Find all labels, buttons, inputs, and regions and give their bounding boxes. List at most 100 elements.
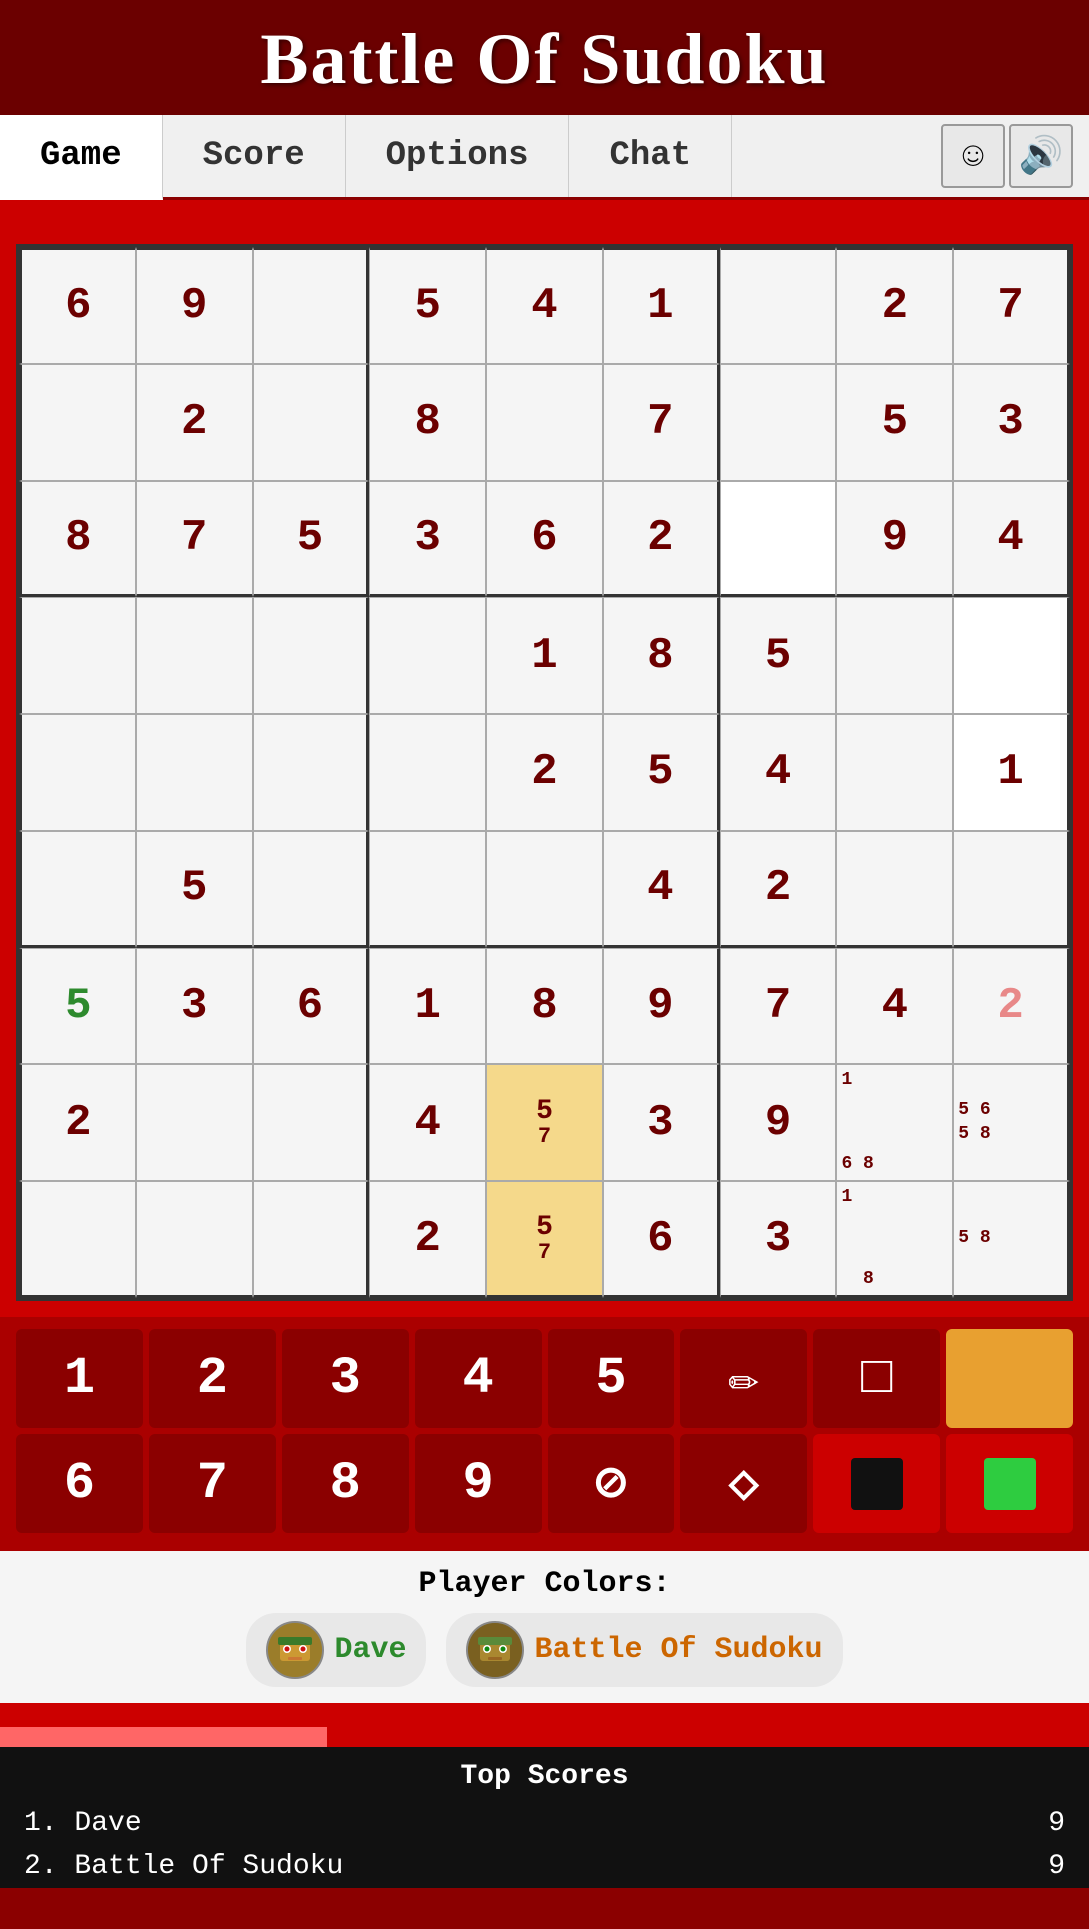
emoji-button[interactable]: ☺ [941, 124, 1005, 188]
cell-7-1[interactable] [136, 1064, 253, 1181]
cell-8-5[interactable]: 6 [603, 1181, 720, 1298]
cell-7-3[interactable]: 4 [369, 1064, 486, 1181]
cell-2-8[interactable]: 4 [953, 481, 1070, 598]
tab-score[interactable]: Score [163, 115, 346, 197]
numpad-2[interactable]: 2 [149, 1329, 276, 1428]
cell-2-6[interactable] [720, 481, 837, 598]
cell-8-6[interactable]: 3 [720, 1181, 837, 1298]
cell-3-4[interactable]: 1 [486, 597, 603, 714]
tab-chat[interactable]: Chat [569, 115, 732, 197]
cell-1-6[interactable] [720, 364, 837, 481]
cell-5-5[interactable]: 4 [603, 831, 720, 948]
cell-6-0[interactable]: 5 [19, 948, 136, 1065]
cell-0-2[interactable] [253, 247, 370, 364]
cell-7-6[interactable]: 9 [720, 1064, 837, 1181]
cell-6-4[interactable]: 8 [486, 948, 603, 1065]
numpad-black[interactable] [813, 1434, 940, 1533]
cell-3-2[interactable] [253, 597, 370, 714]
cell-6-5[interactable]: 9 [603, 948, 720, 1065]
cell-3-8[interactable] [953, 597, 1070, 714]
cell-4-2[interactable] [253, 714, 370, 831]
cell-2-3[interactable]: 3 [369, 481, 486, 598]
cell-0-6[interactable] [720, 247, 837, 364]
tab-options[interactable]: Options [346, 115, 570, 197]
cell-6-8[interactable]: 2 [953, 948, 1070, 1065]
cell-3-6[interactable]: 5 [720, 597, 837, 714]
cell-4-8[interactable]: 1 [953, 714, 1070, 831]
cell-6-1[interactable]: 3 [136, 948, 253, 1065]
cell-0-5[interactable]: 1 [603, 247, 720, 364]
cell-8-2[interactable] [253, 1181, 370, 1298]
numpad-4[interactable]: 4 [415, 1329, 542, 1428]
cell-4-0[interactable] [19, 714, 136, 831]
numpad-7[interactable]: 7 [149, 1434, 276, 1533]
cell-5-7[interactable] [836, 831, 953, 948]
numpad-pencil[interactable]: ✏ [680, 1329, 807, 1428]
cell-5-3[interactable] [369, 831, 486, 948]
cell-6-6[interactable]: 7 [720, 948, 837, 1065]
cell-8-8[interactable]: 5 8 [953, 1181, 1070, 1298]
cell-5-0[interactable] [19, 831, 136, 948]
numpad-6[interactable]: 6 [16, 1434, 143, 1533]
cell-5-8[interactable] [953, 831, 1070, 948]
cell-0-0[interactable]: 6 [19, 247, 136, 364]
cell-0-3[interactable]: 5 [369, 247, 486, 364]
cell-4-1[interactable] [136, 714, 253, 831]
numpad-square[interactable]: □ [813, 1329, 940, 1428]
cell-7-8[interactable]: 5 65 8 [953, 1064, 1070, 1181]
cell-2-1[interactable]: 7 [136, 481, 253, 598]
cell-6-7[interactable]: 4 [836, 948, 953, 1065]
cell-6-2[interactable]: 6 [253, 948, 370, 1065]
cell-1-8[interactable]: 3 [953, 364, 1070, 481]
cell-4-3[interactable] [369, 714, 486, 831]
cell-3-1[interactable] [136, 597, 253, 714]
cell-1-2[interactable] [253, 364, 370, 481]
cell-3-3[interactable] [369, 597, 486, 714]
cell-1-1[interactable]: 2 [136, 364, 253, 481]
cell-5-2[interactable] [253, 831, 370, 948]
cell-2-5[interactable]: 2 [603, 481, 720, 598]
cell-8-0[interactable] [19, 1181, 136, 1298]
cell-5-4[interactable] [486, 831, 603, 948]
numpad-3[interactable]: 3 [282, 1329, 409, 1428]
sound-button[interactable]: 🔊 [1009, 124, 1073, 188]
sudoku-grid[interactable]: 6 9 5 4 1 2 7 2 8 7 5 3 8 7 5 3 6 2 9 4 … [16, 244, 1073, 1301]
cell-8-7[interactable]: 1 8 [836, 1181, 953, 1298]
cell-4-7[interactable] [836, 714, 953, 831]
cell-3-0[interactable] [19, 597, 136, 714]
numpad-erase[interactable]: ⊘ [548, 1434, 675, 1533]
cell-7-2[interactable] [253, 1064, 370, 1181]
cell-4-6[interactable]: 4 [720, 714, 837, 831]
cell-7-4[interactable]: 57 [486, 1064, 603, 1181]
cell-7-5[interactable]: 3 [603, 1064, 720, 1181]
cell-2-0[interactable]: 8 [19, 481, 136, 598]
numpad-9[interactable]: 9 [415, 1434, 542, 1533]
cell-8-1[interactable] [136, 1181, 253, 1298]
numpad-8[interactable]: 8 [282, 1434, 409, 1533]
cell-0-4[interactable]: 4 [486, 247, 603, 364]
numpad-1[interactable]: 1 [16, 1329, 143, 1428]
cell-0-7[interactable]: 2 [836, 247, 953, 364]
cell-3-7[interactable] [836, 597, 953, 714]
numpad-5[interactable]: 5 [548, 1329, 675, 1428]
cell-8-4[interactable]: 57 [486, 1181, 603, 1298]
cell-6-3[interactable]: 1 [369, 948, 486, 1065]
cell-8-3[interactable]: 2 [369, 1181, 486, 1298]
cell-2-2[interactable]: 5 [253, 481, 370, 598]
cell-1-4[interactable] [486, 364, 603, 481]
cell-5-1[interactable]: 5 [136, 831, 253, 948]
cell-1-7[interactable]: 5 [836, 364, 953, 481]
cell-2-7[interactable]: 9 [836, 481, 953, 598]
numpad-orange[interactable] [946, 1329, 1073, 1428]
cell-1-0[interactable] [19, 364, 136, 481]
tab-game[interactable]: Game [0, 115, 163, 200]
cell-1-5[interactable]: 7 [603, 364, 720, 481]
cell-3-5[interactable]: 8 [603, 597, 720, 714]
cell-1-3[interactable]: 8 [369, 364, 486, 481]
cell-4-5[interactable]: 5 [603, 714, 720, 831]
cell-0-1[interactable]: 9 [136, 247, 253, 364]
cell-5-6[interactable]: 2 [720, 831, 837, 948]
cell-0-8[interactable]: 7 [953, 247, 1070, 364]
cell-7-7[interactable]: 16 8 [836, 1064, 953, 1181]
cell-2-4[interactable]: 6 [486, 481, 603, 598]
